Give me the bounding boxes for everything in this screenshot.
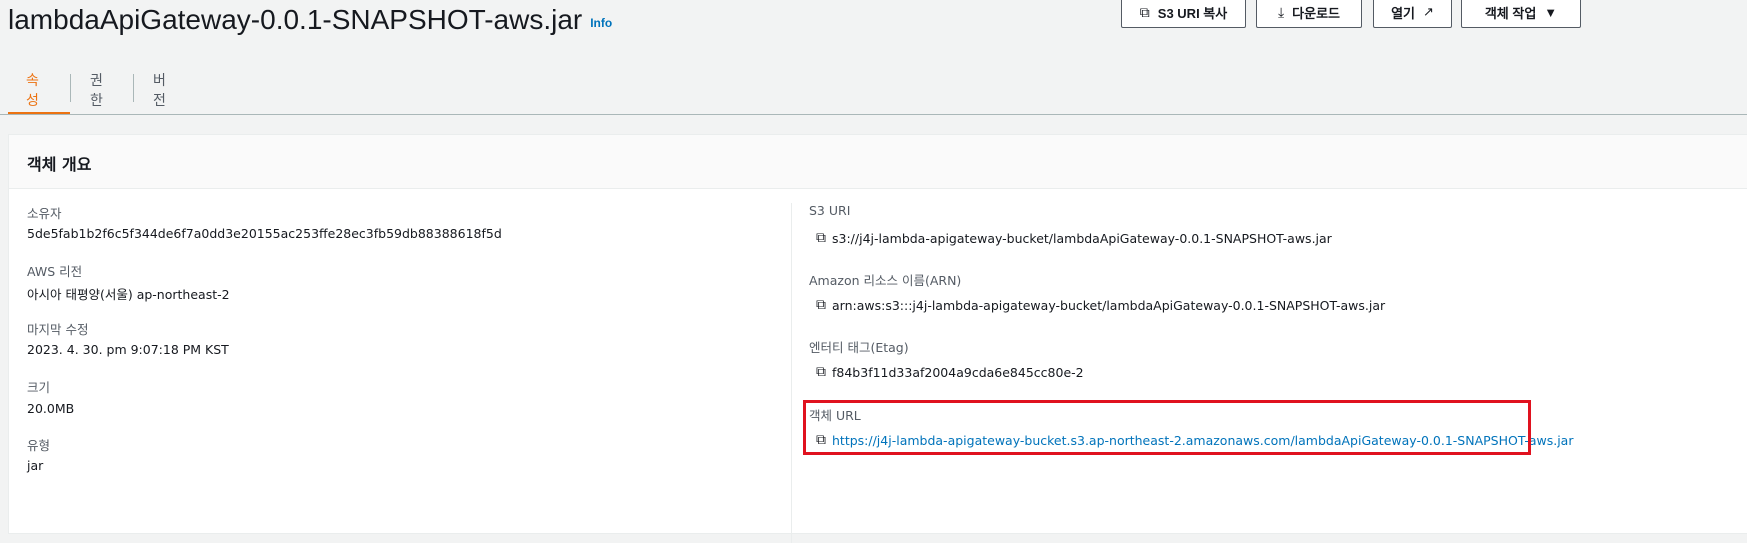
tabs-underline (0, 114, 1747, 115)
object-actions-label: 객체 작업 (1484, 5, 1537, 21)
info-link[interactable]: Info (590, 16, 612, 30)
tab-permissions[interactable]: 권한 (90, 66, 103, 114)
copy-s3-uri-button[interactable]: ⧉ S3 URI 복사 (1121, 0, 1246, 28)
tab-properties[interactable]: 속성 (26, 66, 39, 114)
etag-label: 엔터티 태그(Etag) (809, 340, 909, 355)
caret-down-icon: ▼ (1544, 4, 1558, 20)
type-label: 유형 (27, 438, 51, 453)
arn-value: arn:aws:s3:::j4j-lambda-apigateway-bucke… (832, 297, 1386, 313)
owner-value: 5de5fab1b2f6c5f344de6f7a0dd3e20155ac253f… (27, 226, 502, 241)
etag-value: f84b3f11d33af2004a9cda6e845cc80e-2 (832, 364, 1084, 380)
copy-icon[interactable]: ⧉ (816, 230, 826, 246)
last-modified-value: 2023. 4. 30. pm 9:07:18 PM KST (27, 342, 229, 357)
copy-icon[interactable]: ⧉ (816, 297, 826, 313)
highlight-box (803, 400, 1531, 455)
download-button[interactable]: ⤓ 다운로드 (1256, 0, 1362, 28)
open-button[interactable]: 열기 ↗ (1373, 0, 1452, 28)
copy-s3-uri-label: S3 URI 복사 (1157, 5, 1228, 21)
arn-row: ⧉ arn:aws:s3:::j4j-lambda-apigateway-buc… (816, 297, 1385, 313)
size-value: 20.0MB (27, 401, 75, 416)
region-value: 아시아 태평양(서울) ap-northeast-2 (27, 287, 230, 302)
region-label: AWS 리전 (27, 264, 83, 279)
download-icon: ⤓ (1277, 3, 1285, 20)
tab-divider (70, 74, 71, 102)
copy-icon[interactable]: ⧉ (816, 364, 826, 380)
type-value: jar (27, 458, 44, 473)
panel-header: 객체 개요 (9, 135, 1747, 189)
s3-uri-label: S3 URI (809, 203, 851, 218)
column-divider (791, 203, 792, 543)
page-title: lambdaApiGateway-0.0.1-SNAPSHOT-aws.jar I… (8, 4, 612, 36)
size-label: 크기 (27, 380, 51, 395)
download-label: 다운로드 (1292, 5, 1341, 21)
arn-label: Amazon 리소스 이름(ARN) (809, 273, 962, 288)
copy-icon: ⧉ (1139, 3, 1150, 20)
last-modified-label: 마지막 수정 (27, 322, 89, 337)
open-label: 열기 (1391, 5, 1415, 21)
s3-uri-value: s3://j4j-lambda-apigateway-bucket/lambda… (832, 230, 1332, 246)
object-name: lambdaApiGateway-0.0.1-SNAPSHOT-aws.jar (8, 4, 583, 35)
object-actions-button[interactable]: 객체 작업 ▼ (1461, 0, 1581, 28)
object-overview-panel: 객체 개요 소유자 5de5fab1b2f6c5f344de6f7a0dd3e2… (8, 134, 1747, 543)
s3-uri-row: ⧉ s3://j4j-lambda-apigateway-bucket/lamb… (816, 230, 1332, 246)
tab-divider (133, 74, 134, 102)
panel-title: 객체 개요 (27, 155, 92, 174)
tab-versions[interactable]: 버전 (153, 66, 166, 114)
external-link-icon: ↗ (1423, 4, 1434, 19)
owner-label: 소유자 (27, 206, 62, 221)
etag-row: ⧉ f84b3f11d33af2004a9cda6e845cc80e-2 (816, 364, 1084, 380)
